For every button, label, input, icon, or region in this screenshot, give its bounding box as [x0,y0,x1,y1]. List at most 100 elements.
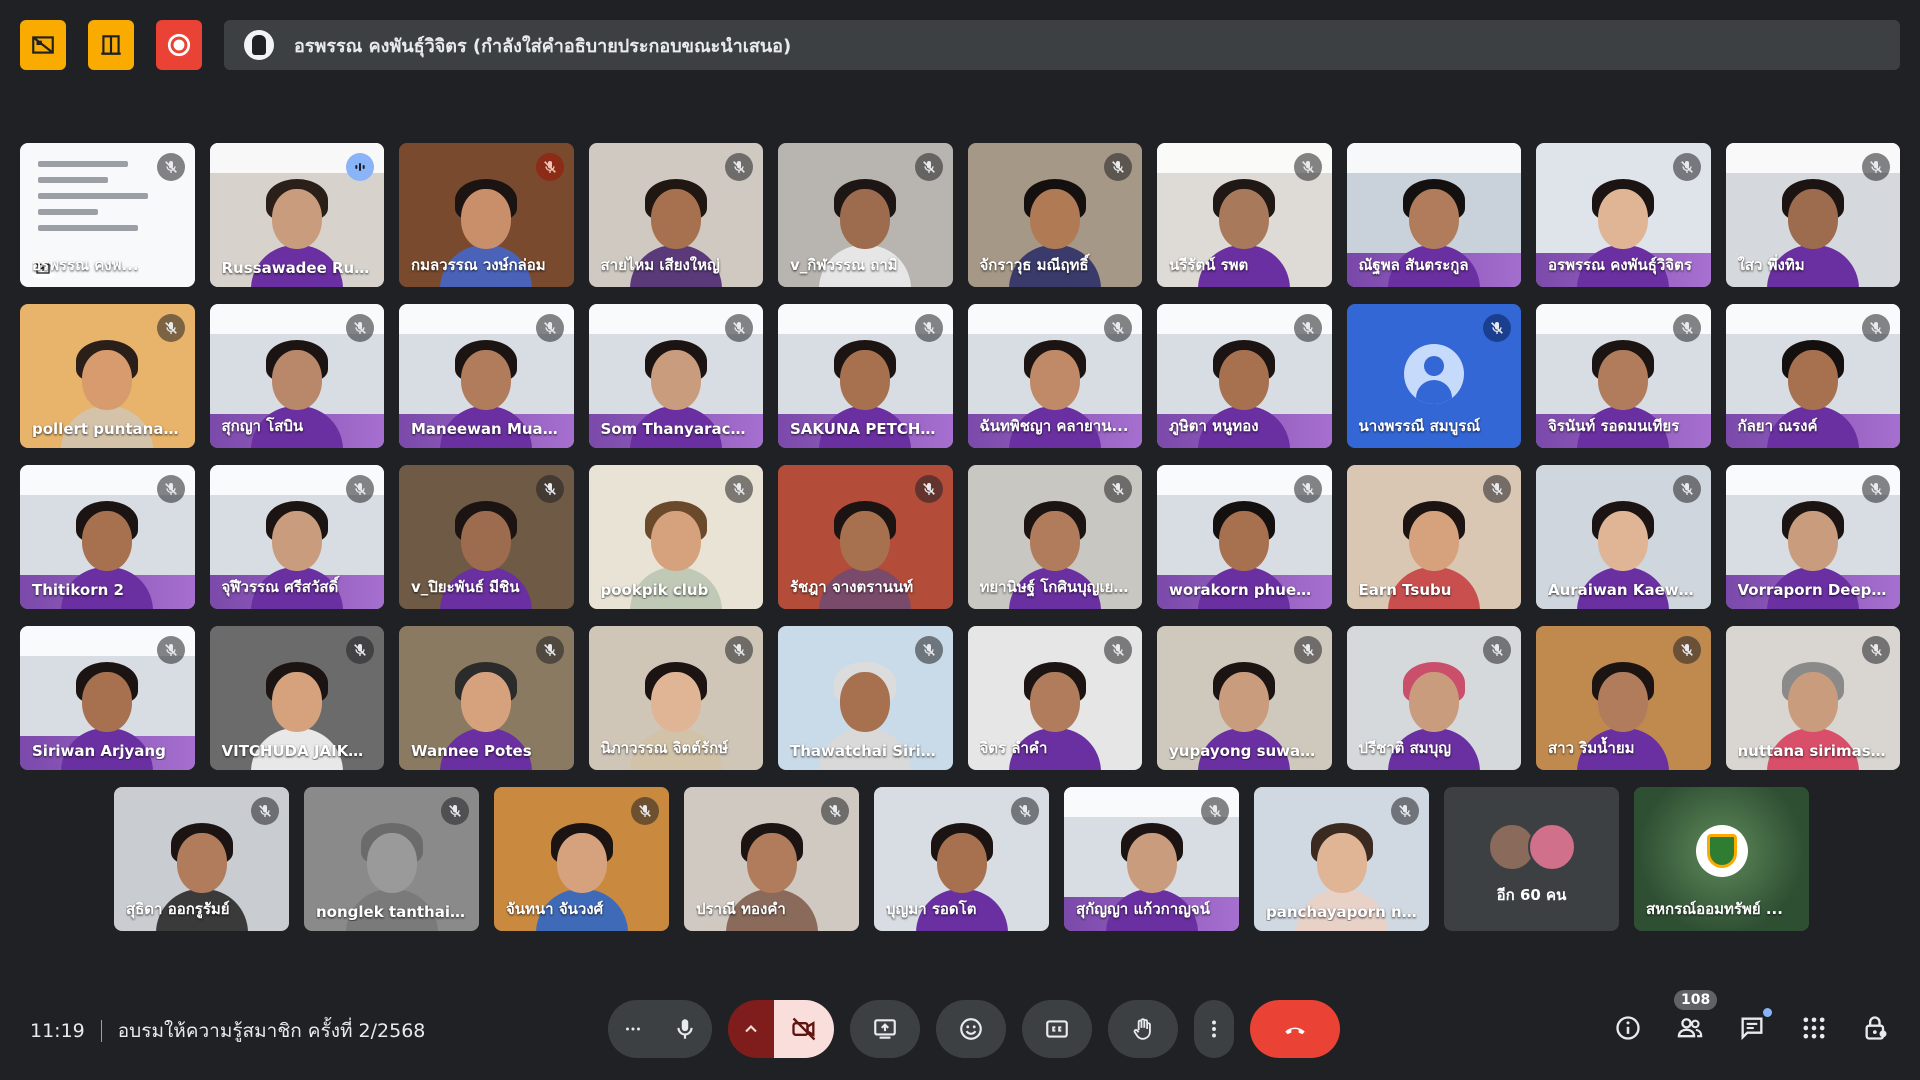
participant-tile[interactable]: ใสว พึ่งทิม [1725,143,1900,287]
mic-off-icon [543,322,556,334]
layout-button[interactable] [20,20,66,70]
participant-tile[interactable]: นางพรรณี สมบูรณ์ [1346,304,1521,448]
participant-tile[interactable]: Earn Tsubu [1346,465,1521,609]
participant-tile[interactable]: ฉันทพิชญา คลายาน... [967,304,1142,448]
participant-tile[interactable]: Wannee Potes [399,626,574,770]
participant-row: pollert puntanakul สุกญา โสบิน Maneewan Mu… [20,304,1900,448]
participant-name: กมลวรรณ วงษ์กล่อม [411,256,546,274]
present-view-button[interactable] [88,20,134,70]
leave-call-button[interactable] [1250,1000,1340,1058]
chat-button[interactable] [1734,1008,1772,1046]
mic-off-icon [354,483,366,495]
raise-hand-button[interactable] [1108,1000,1178,1058]
participant-tile[interactable]: สหกรณ์ออมทรัพย์ ... [1634,787,1809,931]
participant-tile[interactable]: สาว ริมน้ำยม [1536,626,1711,770]
participant-tile[interactable]: nonglek tanthais... [304,787,479,931]
mic-status [535,153,564,181]
participant-tile[interactable]: ทยานิษฐ์ โกศินบุญเย... [967,465,1142,609]
meeting-details-button[interactable] [1610,1010,1646,1046]
participant-name: nonglek tanthais... [316,903,467,921]
participant-name: v_ปิยะพันธ์ มีชิน [411,578,520,596]
participant-tile[interactable]: Thitikorn 2 [20,465,195,609]
participant-tile[interactable]: สายไหม เสียงใหญ่ [588,143,763,287]
participant-tile[interactable]: v_กิฬวรรณ ถามิ [778,143,953,287]
presenter-banner[interactable]: อรพรรณ คงพันธุ์วิจิตร (กำลังใส่คำอธิบายป… [224,20,1900,70]
participant-tile[interactable]: nuttana sirimasa... [1725,626,1900,770]
participant-tile[interactable]: Maneewan Muan... [399,304,574,448]
mic-off-icon [1491,644,1503,656]
mic-off-icon [1680,644,1693,656]
participant-tile[interactable]: ณัฐพล สันตระกูล [1346,143,1521,287]
participant-tile[interactable]: จิรนันท์ รอดมนเทียร [1536,304,1711,448]
camera-off-icon [792,1017,816,1041]
participant-tile[interactable]: นรีรัตน์ รพต [1157,143,1332,287]
people-button[interactable]: 108 [1672,990,1718,1046]
participant-tile[interactable]: ภูษิตา หนูทอง [1157,304,1332,448]
mic-off-icon [922,322,935,334]
participant-tile[interactable]: จักราวุธ มณีฤทธิ์ [967,143,1142,287]
presentation-tile[interactable]: อรพรรณ คงพ... [20,143,195,287]
participant-tile[interactable]: v_ปิยะพันธ์ มีชิน [399,465,574,609]
more-options-button[interactable] [608,1000,658,1058]
participant-tile[interactable]: pookpik club [588,465,763,609]
participant-tile[interactable]: บุญมา รอดโต [874,787,1049,931]
participant-name: สุกญา โสบิน [221,417,304,435]
microphone-button[interactable] [658,1000,712,1058]
present-screen-button[interactable] [850,1000,920,1058]
participant-tile[interactable]: Auraiwan Kaewta... [1536,465,1711,609]
captions-button[interactable] [1022,1000,1092,1058]
participant-tile[interactable]: จันทนา จันวงศ์ [494,787,669,931]
participant-tile[interactable]: จุฬีวรรณ ศรีสวัสดิ์ [209,465,384,609]
mic-off-icon [1112,644,1124,656]
participant-tile[interactable]: SAKUNA PETCHR... [778,304,953,448]
participant-tile[interactable]: สุกัญญา แก้วกาญจน์ [1064,787,1239,931]
participant-name: กัลยา ณรงค์ [1737,417,1818,435]
participant-name: Thitikorn 2 [32,581,124,599]
participant-tile[interactable]: yupayong suwan... [1157,626,1332,770]
participant-tile[interactable]: นิภาวรรณ จิตต์รักษ์ [588,626,763,770]
default-avatar-icon [1403,344,1464,404]
participant-tile[interactable]: ปรีชาติ สมบุญ [1346,626,1521,770]
participant-tile[interactable]: กัลยา ณรงค์ [1725,304,1900,448]
participant-tile[interactable]: Thawatchai Sirim... [778,626,953,770]
participant-tile[interactable]: Russawadee Rus... [209,143,384,287]
participant-tile[interactable]: รัชฎา จางตรานนท์ [778,465,953,609]
mic-off-icon [354,322,366,334]
mic-status [156,314,185,342]
participant-name: worakorn phuen... [1169,581,1320,599]
mic-status [346,153,374,181]
participant-tile[interactable]: pollert puntanakul [20,304,195,448]
participant-tile[interactable]: Vorraporn Deepr... [1725,465,1900,609]
mic-status [914,475,943,503]
participant-tile[interactable]: panchayaporn na... [1254,787,1429,931]
participant-tile[interactable]: อรพรรณ คงพันธุ์วิจิตร [1536,143,1711,287]
mic-off-icon [1399,805,1411,817]
participant-name: สหกรณ์ออมทรัพย์ ... [1646,900,1783,918]
mic-status [1104,636,1132,664]
record-button[interactable] [156,20,202,70]
participant-tile[interactable]: Som Thanyarack ... [588,304,763,448]
participant-tile[interactable]: ปราณี ทองคำ [684,787,859,931]
participant-tile[interactable]: สุธิดา ออกรูรัมย์ [114,787,289,931]
participant-tile[interactable]: VITCHUDA JAIKU... [209,626,384,770]
document-line [38,177,108,183]
layout-icon [32,36,54,54]
participant-tile[interactable]: Siriwan Arjyang [20,626,195,770]
participant-tile[interactable]: กมลวรรณ วงษ์กล่อม [399,143,574,287]
camera-toggle-button[interactable] [774,1000,834,1058]
mic-status [1672,636,1701,664]
participant-name: จิรนันท์ รอดมนเทียร [1548,417,1680,435]
host-controls-button[interactable] [1858,1010,1894,1046]
participant-tile[interactable]: จิตร ลำคำ [967,626,1142,770]
more-actions-button[interactable] [1194,1000,1234,1058]
participant-tile[interactable]: สุกญา โสบิน [209,304,384,448]
activities-button[interactable] [1796,1010,1832,1046]
speaking-indicator-icon [355,163,365,171]
participant-tile[interactable]: worakorn phuen... [1157,465,1332,609]
mic-status [1104,153,1132,181]
camera-options-button[interactable] [728,1000,774,1058]
mic-off-icon [1870,322,1882,334]
more-participants-tile[interactable]: อีก 60 คน [1444,787,1619,931]
reactions-button[interactable] [936,1000,1006,1058]
participant-name: Vorraporn Deepr... [1737,581,1889,599]
